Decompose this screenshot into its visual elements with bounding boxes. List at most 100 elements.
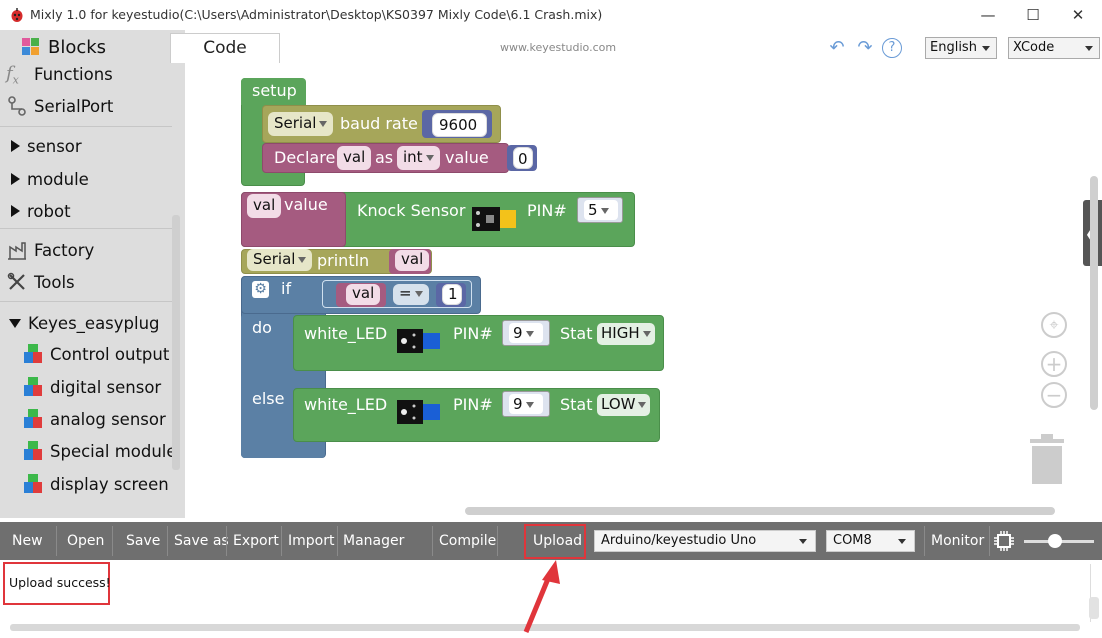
led-high-pin-select[interactable]: 9 [502,320,550,346]
operator-dropdown[interactable]: = [393,284,429,305]
minimize-icon: — [980,6,996,24]
mixly-app-icon [11,8,23,22]
monitor-button[interactable]: Monitor [931,522,984,560]
sidebar-scrollbar[interactable] [172,215,180,470]
code-mode-select[interactable]: XCode [1008,37,1100,59]
setup-label: setup [252,81,297,100]
zoom-out-icon[interactable]: − [1041,382,1067,408]
sidebar-item-tools[interactable]: Tools [0,266,172,298]
workspace-horizontal-scrollbar[interactable] [465,507,1055,515]
println-var-field[interactable]: val [395,250,430,271]
tab-code[interactable]: Code [170,33,280,63]
divider [497,526,498,556]
triangle-right-icon [11,140,20,152]
serial-value: Serial [274,114,317,132]
declare-label: Declare [274,148,336,167]
high-dropdown[interactable]: HIGH [597,323,655,345]
chip-icon[interactable] [993,530,1015,552]
redo-icon[interactable]: ↷ [854,38,876,58]
gear-icon[interactable]: ⚙ [252,281,269,298]
declare-init-value[interactable]: 0 [513,147,533,169]
manager-button[interactable]: Manager [343,522,404,560]
compare-var-field[interactable]: val [346,284,381,305]
compile-button[interactable]: Compile [439,522,496,560]
code-mode-value: XCode [1013,40,1055,55]
tools-icon [7,272,25,290]
export-button[interactable]: Export [233,522,279,560]
sidebar-item-label: Control output [50,344,170,364]
zoom-in-icon[interactable]: + [1041,351,1067,377]
divider [0,228,172,229]
workspace-vertical-scrollbar[interactable] [1090,176,1098,410]
type-dropdown[interactable]: int [397,146,440,170]
baud-value[interactable]: 9600 [432,113,487,137]
cube-icon [24,474,42,493]
save-as-button[interactable]: Save as [174,522,229,560]
assign-var-field[interactable]: val [247,194,282,218]
sidebar-item-digital-sensor[interactable]: digital sensor [0,371,172,403]
sidebar-item-functions[interactable]: fx Functions [0,58,172,90]
undo-icon[interactable]: ↶ [826,38,848,58]
serial-value: Serial [253,250,296,268]
save-button[interactable]: Save [126,522,160,560]
led-module-icon [397,329,440,353]
chevron-down-icon [1085,46,1093,51]
if-label: if [281,279,292,298]
trash-icon[interactable] [1028,433,1066,485]
compare-value-field[interactable]: 1 [442,284,462,305]
sidebar-item-module[interactable]: module [0,163,172,195]
println-serial-dropdown[interactable]: Serial [247,249,313,271]
else-label: else [252,389,285,408]
serial-dropdown[interactable]: Serial [268,112,334,136]
site-url: www.keyestudio.com [500,41,617,54]
serial-slider-thumb[interactable] [1048,534,1062,548]
sidebar-item-label: Special modules [50,441,172,461]
port-select[interactable]: COM8 [826,530,915,552]
led-pin-value: 9 [513,324,523,342]
language-select[interactable]: English [925,37,997,59]
divider [432,526,433,556]
board-value: Arduino/keyestudio Uno [601,533,757,548]
recenter-icon[interactable]: ⌖ [1041,312,1067,338]
led-low-pin-select[interactable]: 9 [502,391,550,417]
board-select[interactable]: Arduino/keyestudio Uno [594,530,816,552]
factory-icon [8,242,26,260]
help-icon[interactable]: ? [882,38,902,58]
divider [281,526,282,556]
sidebar-item-serialport[interactable]: SerialPort [0,90,172,122]
cube-icon [24,344,42,363]
chevron-down-icon [799,539,807,544]
declare-var-field[interactable]: val [337,146,372,170]
close-button[interactable]: ✕ [1056,0,1100,30]
divider [112,526,113,556]
sidebar-item-display-screen[interactable]: display screen [0,468,172,500]
console-scroll-thumb[interactable] [1089,597,1099,619]
maximize-button[interactable]: ☐ [1011,0,1055,30]
sidebar-item-robot[interactable]: robot [0,195,172,227]
open-button[interactable]: Open [67,522,104,560]
chevron-down-icon [525,330,534,337]
triangle-right-icon [11,205,20,217]
divider [226,526,227,556]
sidebar-item-control-output[interactable]: Control output [0,338,172,370]
sidebar-item-sensor[interactable]: sensor [0,130,172,162]
led-module-icon [397,400,440,424]
sidebar-item-factory[interactable]: Factory [0,234,172,266]
close-icon: ✕ [1071,6,1085,24]
divider [337,526,338,556]
window-title: Mixly 1.0 for keyestudio(C:\Users\Admini… [30,7,603,22]
knock-pin-select[interactable]: 5 [577,197,623,223]
new-button[interactable]: New [12,522,43,560]
sidebar-item-special-modules[interactable]: Special modules [0,435,172,467]
sidebar-item-keyes-easyplug[interactable]: Keyes_easyplug [0,307,172,339]
chevron-down-icon [319,120,328,127]
low-dropdown[interactable]: LOW [597,394,651,416]
do-label: do [252,318,272,337]
triangle-right-icon [11,173,20,185]
high-value: HIGH [601,324,640,342]
import-button[interactable]: Import [288,522,334,560]
sidebar-item-analog-sensor[interactable]: analog sensor [0,403,172,435]
minimize-button[interactable]: — [966,0,1010,30]
sidebar-item-label: module [27,169,89,189]
led-low-pin-field: 9 [509,394,543,414]
